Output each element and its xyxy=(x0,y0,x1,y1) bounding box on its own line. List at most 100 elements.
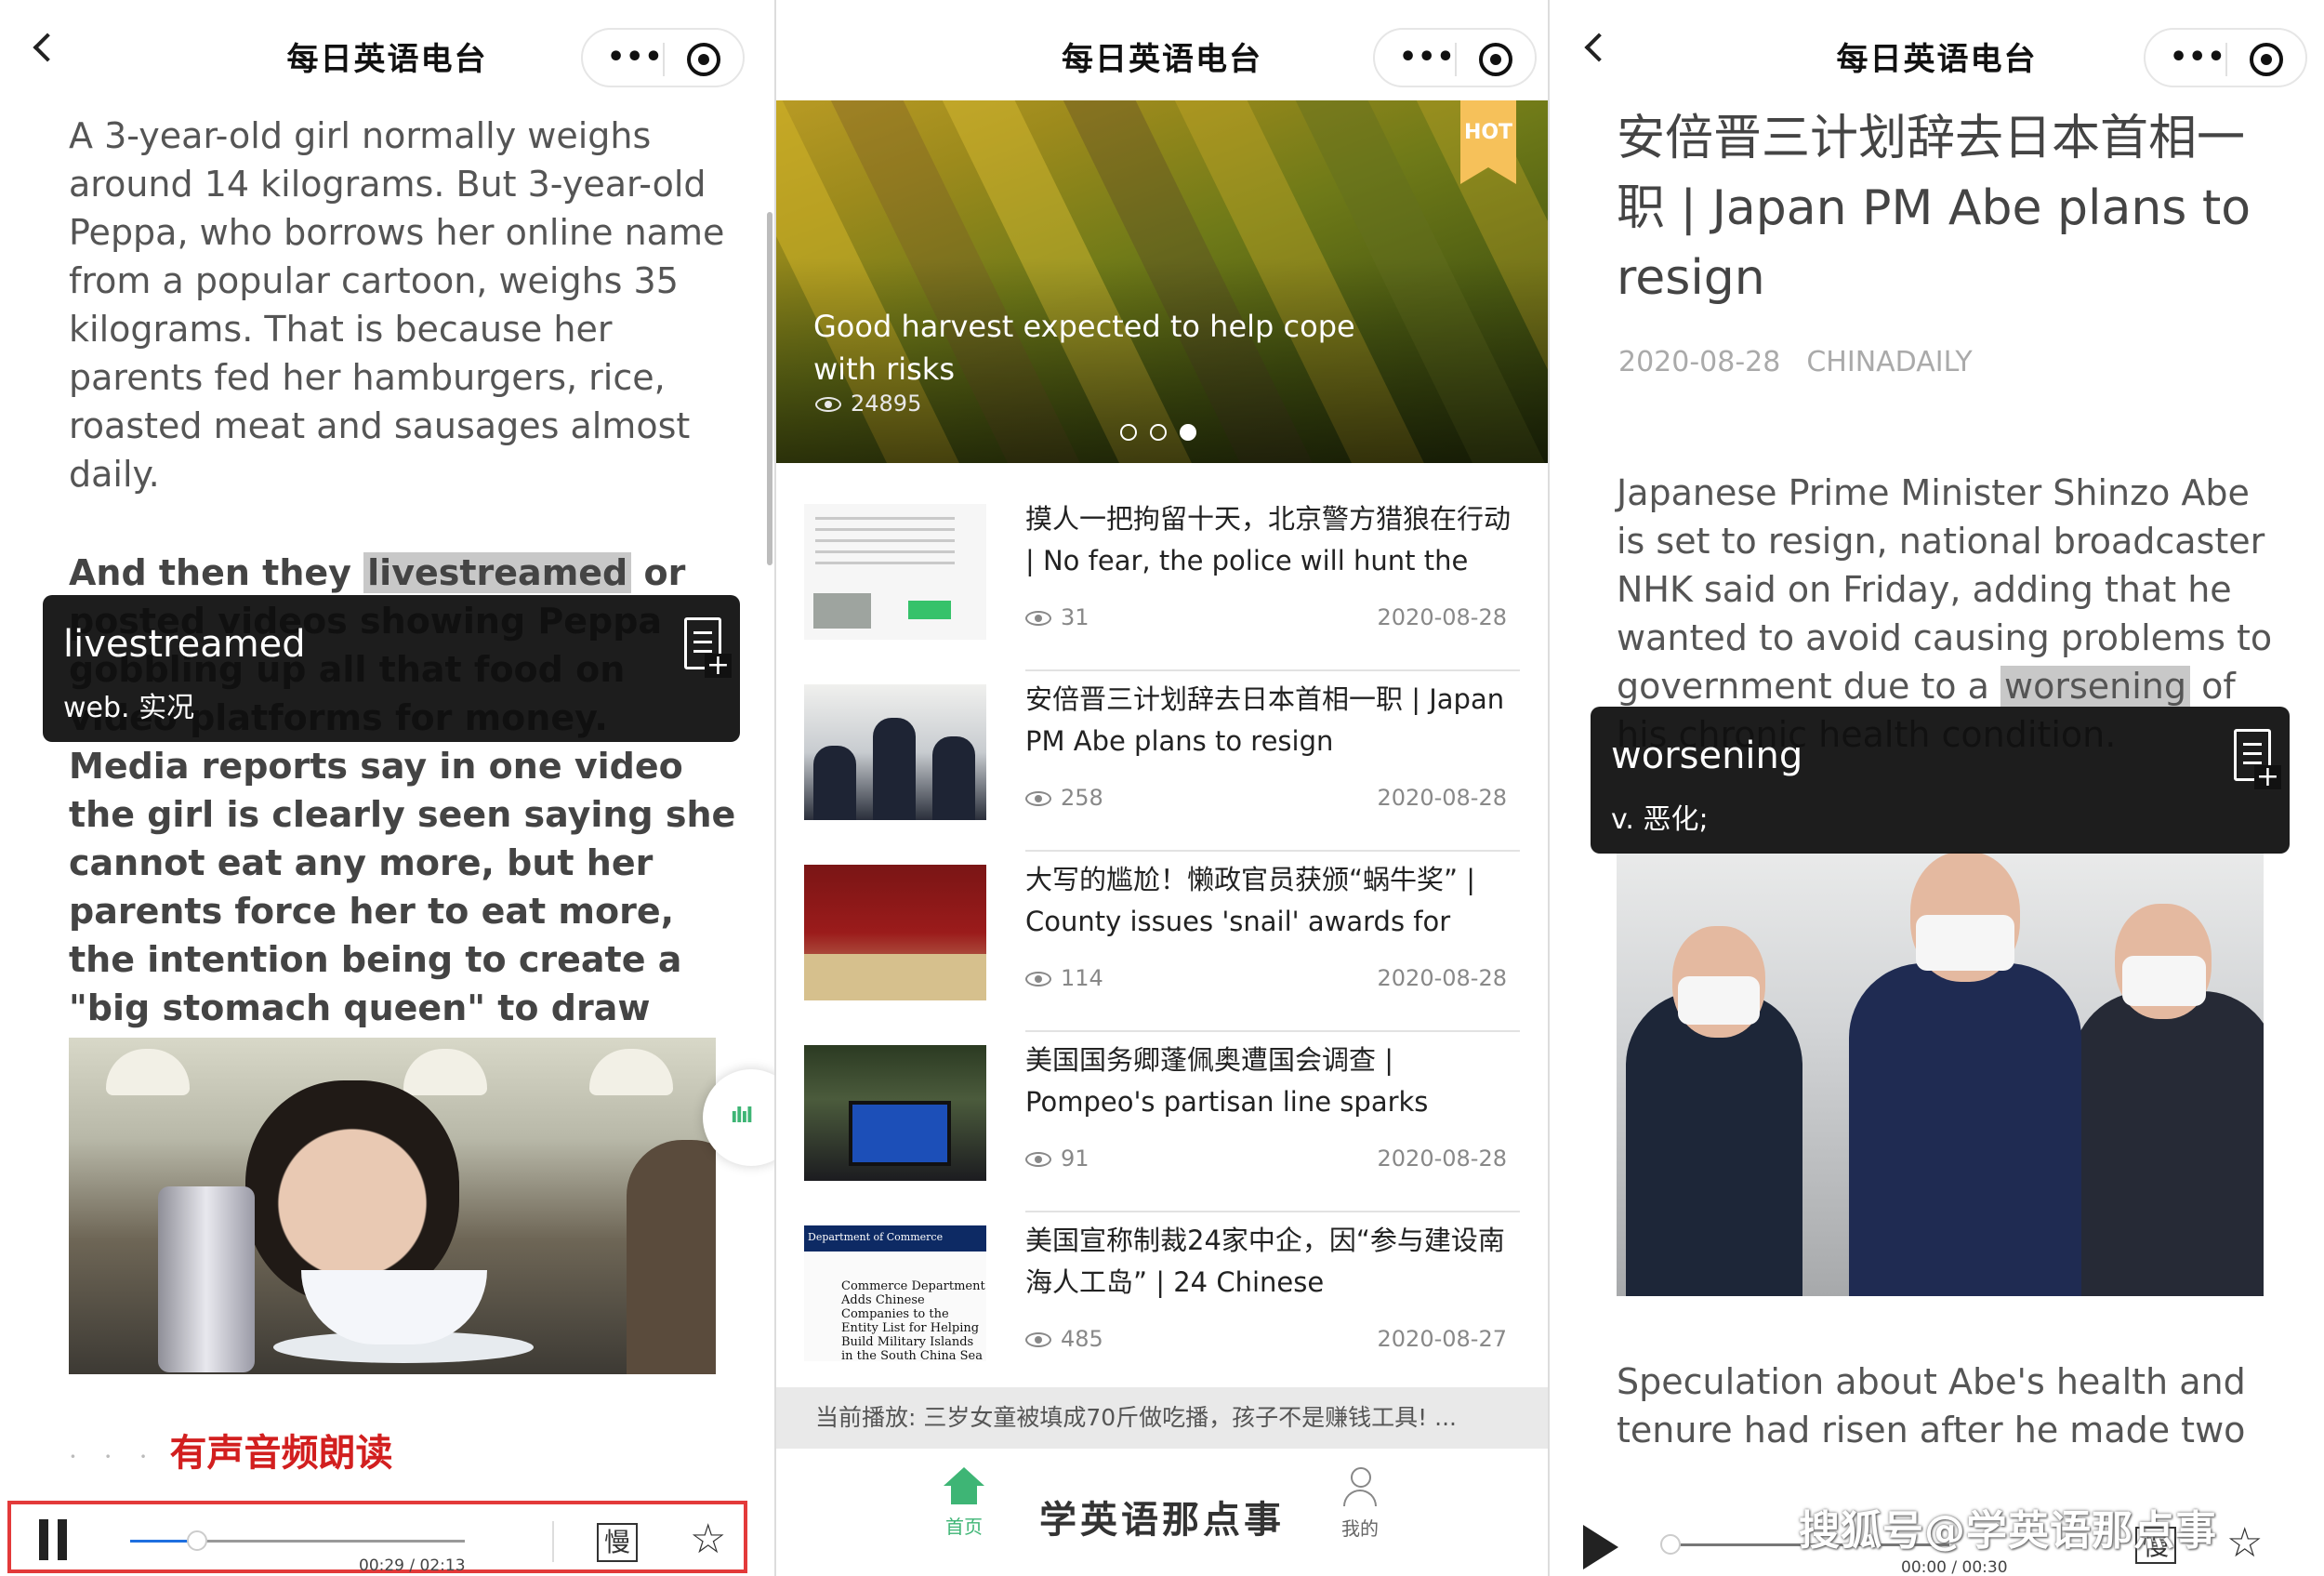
miniprogram-capsule: ••• xyxy=(1373,28,1537,87)
capsule-divider xyxy=(2225,43,2227,76)
news-date: 2020-08-27 xyxy=(1377,1326,1507,1352)
photo-detail xyxy=(589,1049,673,1095)
nav-bar: 每日英语电台 ••• xyxy=(1550,0,2324,100)
capsule-divider xyxy=(663,43,665,76)
close-target-icon[interactable] xyxy=(1479,43,1512,76)
more-icon[interactable]: ••• xyxy=(607,44,664,72)
progress-knob[interactable] xyxy=(1660,1534,1681,1555)
news-meta: 31 2020-08-28 xyxy=(1025,604,1518,630)
article-date: 2020-08-28 xyxy=(1618,346,1781,378)
news-date: 2020-08-28 xyxy=(1377,785,1507,811)
eye-icon xyxy=(1025,611,1051,626)
capsule-divider xyxy=(1455,43,1457,76)
favorite-star-icon[interactable]: ☆ xyxy=(2226,1523,2263,1564)
label-dots: · · · xyxy=(69,1441,157,1472)
word-definition-popup: livestreamed web. 实况 xyxy=(43,595,740,742)
news-title: 安倍晋三计划辞去日本首相一职 | Japan PM Abe plans to r… xyxy=(1025,683,1505,757)
eye-icon xyxy=(1025,1152,1051,1167)
divider xyxy=(552,1521,554,1562)
thumb-detail xyxy=(908,601,951,619)
news-meta: 485 2020-08-27 xyxy=(1025,1326,1518,1352)
view-count: 485 xyxy=(1061,1326,1103,1352)
close-target-icon[interactable] xyxy=(2250,43,2283,76)
bottom-tab-bar: 首页 学英语那点事 我的 xyxy=(776,1449,1548,1576)
list-item[interactable]: 摸人一把拘留十天，北京警方猎狼在行动 | No fear, the police… xyxy=(804,491,1520,671)
hot-banner-carousel[interactable]: HOT Good harvest expected to help cope w… xyxy=(776,100,1548,463)
thumb-header: Department of Commerce xyxy=(804,1225,986,1252)
eye-icon xyxy=(1025,972,1051,987)
paragraph: Speculation about Abe's health and tenur… xyxy=(1617,1361,2246,1450)
thumb-detail xyxy=(813,746,856,820)
pause-icon[interactable] xyxy=(37,1519,69,1560)
scrollbar[interactable] xyxy=(767,212,772,565)
news-date: 2020-08-28 xyxy=(1377,965,1507,991)
miniprogram-capsule: ••• xyxy=(2144,28,2307,87)
list-item[interactable]: Department of Commerce Commerce Departme… xyxy=(804,1212,1520,1393)
thumb-detail xyxy=(815,517,955,573)
progress-track[interactable] xyxy=(130,1530,465,1551)
view-count: 24895 xyxy=(851,391,922,417)
add-to-notebook-icon[interactable] xyxy=(684,617,732,678)
photo-detail xyxy=(403,1049,487,1095)
news-thumbnail xyxy=(804,684,986,820)
news-thumbnail: Department of Commerce Commerce Departme… xyxy=(804,1225,986,1361)
thumb-detail xyxy=(849,1101,951,1166)
news-title: 美国国务卿蓬佩奥遭国会调查 | Pompeo's partisan line s… xyxy=(1025,1044,1429,1118)
photo-detail xyxy=(2122,956,2206,1006)
favorite-star-icon[interactable]: ☆ xyxy=(690,1519,726,1560)
watermark: 搜狐号@学英语那点事 xyxy=(1799,1507,2217,1555)
tab-me[interactable]: 我的 xyxy=(1332,1467,1388,1541)
photo-detail xyxy=(1916,915,2014,971)
highlighted-word[interactable]: livestreamed xyxy=(363,552,632,593)
playback-time: 00:00 / 00:30 xyxy=(1901,1558,2008,1576)
user-icon xyxy=(1341,1467,1379,1508)
eye-icon xyxy=(1025,1332,1051,1347)
list-item[interactable]: 大写的尴尬！懒政官员获颁“蜗牛奖” | County issues 'snail… xyxy=(804,852,1520,1032)
miniprogram-capsule: ••• xyxy=(581,28,745,87)
list-item[interactable]: 安倍晋三计划辞去日本首相一职 | Japan PM Abe plans to r… xyxy=(804,671,1520,852)
article-source[interactable]: CHINADAILY xyxy=(1806,346,1972,378)
nav-bar: 每日英语电台 ••• xyxy=(776,0,1548,100)
view-count: 91 xyxy=(1061,1146,1089,1172)
news-thumbnail xyxy=(804,504,986,640)
carousel-dot[interactable] xyxy=(1150,424,1167,441)
slow-speed-button[interactable]: 慢 xyxy=(597,1523,638,1562)
more-icon[interactable]: ••• xyxy=(1399,44,1456,72)
highlighted-word[interactable]: worsening xyxy=(2000,666,2190,707)
add-to-notebook-icon[interactable] xyxy=(2234,729,2281,789)
carousel-dot[interactable] xyxy=(1180,424,1196,441)
news-date: 2020-08-28 xyxy=(1377,1146,1507,1172)
news-title: 美国宣称制裁24家中企，因“参与建设南海人工岛” | 24 Chinese xyxy=(1025,1225,1505,1298)
paragraph: A 3-year-old girl normally weighs around… xyxy=(69,115,725,495)
news-meta: 114 2020-08-28 xyxy=(1025,965,1518,991)
article-photo xyxy=(1617,852,2264,1296)
article-photo xyxy=(69,1038,716,1374)
play-icon[interactable] xyxy=(1583,1525,1618,1569)
thumb-detail xyxy=(932,736,975,820)
news-title: 大写的尴尬！懒政官员获颁“蜗牛奖” | County issues 'snail… xyxy=(1025,864,1476,937)
word-definition-popup: worsening v. 恶化; xyxy=(1591,707,2290,854)
now-playing-bar[interactable]: 当前播放: 三岁女童被填成70斤做吃播，孩子不是赚钱工具! ... xyxy=(776,1387,1548,1449)
carousel-dots xyxy=(1120,424,1209,444)
photo-detail xyxy=(1678,976,1760,1025)
news-thumbnail xyxy=(804,865,986,1000)
thumb-detail xyxy=(873,718,916,820)
news-thumbnail xyxy=(804,1045,986,1181)
photo-detail xyxy=(106,1049,190,1095)
carousel-dot[interactable] xyxy=(1120,424,1137,441)
view-count: 114 xyxy=(1061,965,1103,991)
photo-detail xyxy=(1849,963,2081,1296)
popup-word: worsening xyxy=(1611,735,1803,777)
article-panel-abe: 每日英语电台 ••• 安倍晋三计划辞去日本首相一职 | Japan PM Abe… xyxy=(1548,0,2324,1576)
eye-icon xyxy=(815,397,841,412)
close-target-icon[interactable] xyxy=(687,43,720,76)
popup-definition: v. 恶化; xyxy=(1611,803,1709,836)
photo-detail xyxy=(158,1186,255,1372)
more-icon[interactable]: ••• xyxy=(2170,44,2226,72)
thumb-detail xyxy=(813,593,871,629)
news-title: 摸人一把拘留十天，北京警方猎狼在行动 | No fear, the police… xyxy=(1025,503,1512,576)
news-meta: 91 2020-08-28 xyxy=(1025,1146,1518,1172)
list-item[interactable]: 美国国务卿蓬佩奥遭国会调查 | Pompeo's partisan line s… xyxy=(804,1032,1520,1212)
progress-knob[interactable] xyxy=(187,1530,207,1551)
banner-title[interactable]: Good harvest expected to help cope with … xyxy=(813,305,1371,391)
